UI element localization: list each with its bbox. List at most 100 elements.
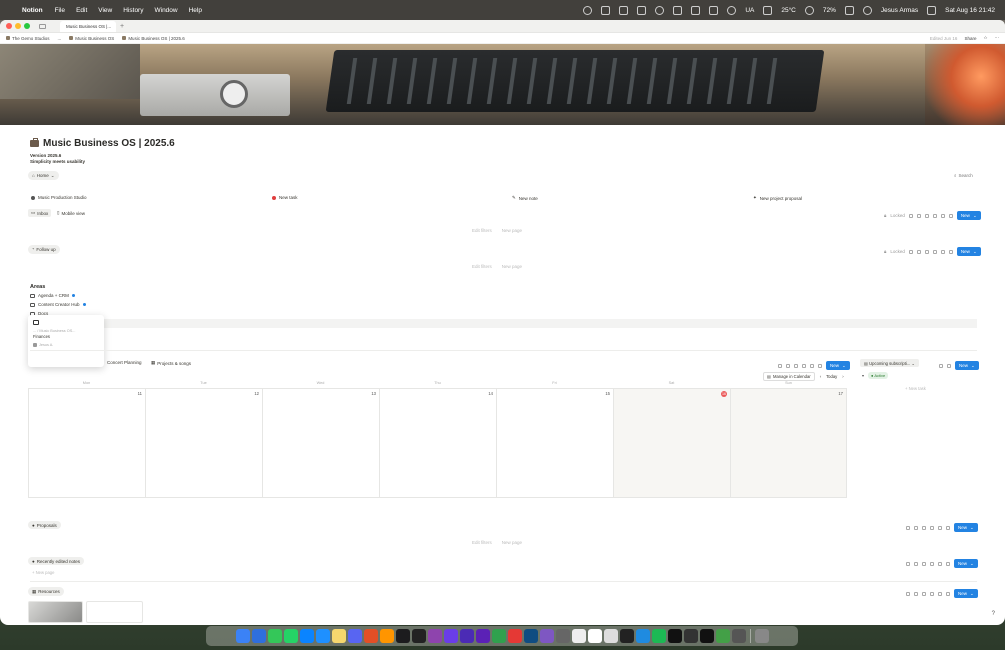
vpn-icon[interactable] bbox=[804, 5, 814, 15]
menu-history[interactable]: History bbox=[123, 7, 143, 14]
new-page-button[interactable]: New page bbox=[502, 264, 522, 269]
new-page-button[interactable]: New page bbox=[502, 540, 522, 545]
safari-icon[interactable] bbox=[251, 629, 266, 643]
fullscreen-window-icon[interactable] bbox=[24, 23, 30, 29]
group-toggle-icon[interactable]: ▾ bbox=[862, 373, 864, 378]
whatsapp-icon[interactable] bbox=[283, 629, 298, 643]
music-production-studio-link[interactable]: Music Production Studio bbox=[31, 195, 87, 200]
expand-icon[interactable] bbox=[940, 249, 945, 254]
expand-icon[interactable] bbox=[810, 363, 814, 368]
settings-icon[interactable] bbox=[555, 629, 570, 643]
utility-icon[interactable] bbox=[731, 629, 746, 643]
search-button[interactable]: ⌕ Search bbox=[954, 173, 973, 178]
edit-filters-button[interactable]: Edit filters bbox=[472, 264, 492, 269]
proposals-tab[interactable]: ● Proposals bbox=[28, 521, 61, 529]
notion-icon[interactable] bbox=[691, 5, 701, 15]
warning-icon[interactable] bbox=[637, 5, 647, 15]
menu-help[interactable]: Help bbox=[189, 7, 202, 14]
expand-icon[interactable] bbox=[938, 561, 942, 566]
mail-icon[interactable] bbox=[619, 5, 629, 15]
finder-icon[interactable] bbox=[235, 629, 250, 643]
calendar-day-cell[interactable]: 11 bbox=[28, 388, 145, 498]
sort-icon[interactable] bbox=[786, 363, 790, 368]
recent-notes-new-page-button[interactable]: + New page bbox=[32, 570, 54, 575]
battery-icon[interactable] bbox=[844, 5, 854, 15]
automation-icon[interactable] bbox=[922, 561, 926, 566]
sort-icon[interactable] bbox=[914, 591, 918, 596]
arc-icon[interactable] bbox=[427, 629, 442, 643]
excel-icon[interactable] bbox=[715, 629, 730, 643]
final-cut-icon[interactable] bbox=[395, 629, 410, 643]
filter-icon[interactable] bbox=[906, 591, 910, 596]
ai-icon[interactable] bbox=[539, 629, 554, 643]
subscriptions-new-button[interactable]: New ⌄ bbox=[955, 361, 979, 370]
search-icon[interactable] bbox=[930, 561, 934, 566]
app-store-icon[interactable] bbox=[299, 629, 314, 643]
resource-card[interactable] bbox=[28, 601, 83, 623]
battery-percent[interactable]: 72% bbox=[823, 7, 836, 14]
photos-icon[interactable] bbox=[379, 629, 394, 643]
battery-device-icon[interactable] bbox=[763, 5, 773, 15]
more-icon[interactable] bbox=[948, 213, 953, 218]
close-window-icon[interactable] bbox=[6, 23, 12, 29]
breadcrumb-workspace[interactable]: The Gemo Studios bbox=[6, 36, 50, 41]
tab-projects-songs[interactable]: ▦ Projects & songs bbox=[148, 359, 194, 367]
resources-tab[interactable]: ▦ Resources bbox=[28, 587, 64, 596]
page-preview-card[interactable]: ... / Music Business OS... Finances Jesu… bbox=[28, 315, 104, 367]
recent-notes-new-button[interactable]: New ⌄ bbox=[954, 559, 978, 568]
screen-record-icon[interactable] bbox=[583, 5, 593, 15]
automation-icon[interactable] bbox=[922, 591, 926, 596]
breadcrumb-ellipsis[interactable]: ... bbox=[58, 36, 62, 41]
more-icon[interactable] bbox=[947, 363, 951, 368]
new-note-link[interactable]: ✎ New note bbox=[512, 195, 538, 201]
recent-notes-tab[interactable]: ● Recently edited notes bbox=[28, 557, 84, 565]
more-options-icon[interactable]: ⋯ bbox=[995, 35, 1000, 41]
wifi-icon[interactable] bbox=[862, 5, 872, 15]
input-source[interactable]: UA bbox=[745, 7, 754, 14]
search-icon[interactable] bbox=[930, 591, 934, 596]
more-icon[interactable] bbox=[818, 363, 822, 368]
notes-icon[interactable] bbox=[331, 629, 346, 643]
breadcrumb-parent[interactable]: Music Business OS bbox=[69, 36, 114, 41]
automation-icon[interactable] bbox=[922, 525, 926, 530]
sort-icon[interactable] bbox=[914, 525, 918, 530]
chat-icon[interactable] bbox=[699, 629, 714, 643]
calendar-day-cell[interactable]: 15 bbox=[496, 388, 613, 498]
filter-icon[interactable] bbox=[778, 363, 782, 368]
minimize-window-icon[interactable] bbox=[15, 23, 21, 29]
sort-icon[interactable] bbox=[914, 561, 918, 566]
sketch-icon[interactable] bbox=[491, 629, 506, 643]
proposals-new-button[interactable]: New ⌄ bbox=[954, 523, 978, 532]
expand-icon[interactable] bbox=[938, 525, 942, 530]
share-button[interactable]: Share bbox=[964, 36, 976, 41]
menu-file[interactable]: File bbox=[55, 7, 65, 14]
expand-icon[interactable] bbox=[938, 591, 942, 596]
weather-text[interactable]: 25°C bbox=[781, 7, 796, 14]
sidebar-toggle-icon[interactable] bbox=[39, 23, 46, 29]
filter-icon[interactable] bbox=[908, 249, 913, 254]
more-icon[interactable] bbox=[948, 249, 953, 254]
favorite-star-icon[interactable]: ☆ bbox=[983, 35, 987, 41]
sort-icon[interactable] bbox=[916, 213, 921, 218]
filter-icon[interactable] bbox=[908, 213, 913, 218]
filter-icon[interactable] bbox=[906, 525, 910, 530]
mail-icon[interactable] bbox=[315, 629, 330, 643]
trash-icon[interactable] bbox=[754, 629, 769, 643]
calendar-icon[interactable] bbox=[603, 629, 618, 643]
calendar-day-cell-today[interactable]: 16 bbox=[613, 388, 730, 498]
calendar-day-cell[interactable]: 12 bbox=[145, 388, 262, 498]
tab-inbox[interactable]: ▭ Inbox bbox=[28, 209, 52, 217]
shazam-icon[interactable] bbox=[635, 629, 650, 643]
expand-icon[interactable] bbox=[939, 363, 943, 368]
search-icon[interactable] bbox=[932, 213, 937, 218]
edit-filters-button[interactable]: Edit filters bbox=[472, 540, 492, 545]
toggle-icon[interactable] bbox=[709, 5, 719, 15]
calendar-day-cell[interactable]: 14 bbox=[379, 388, 496, 498]
messages-icon[interactable] bbox=[267, 629, 282, 643]
menu-edit[interactable]: Edit bbox=[76, 7, 87, 14]
subscriptions-new-task-button[interactable]: + New task bbox=[905, 386, 926, 391]
calendar-day-cell[interactable]: 17 bbox=[730, 388, 847, 498]
linear-icon[interactable] bbox=[443, 629, 458, 643]
more-icon[interactable] bbox=[946, 525, 950, 530]
follow-up-tab[interactable]: ⁺ Follow up bbox=[28, 245, 60, 254]
